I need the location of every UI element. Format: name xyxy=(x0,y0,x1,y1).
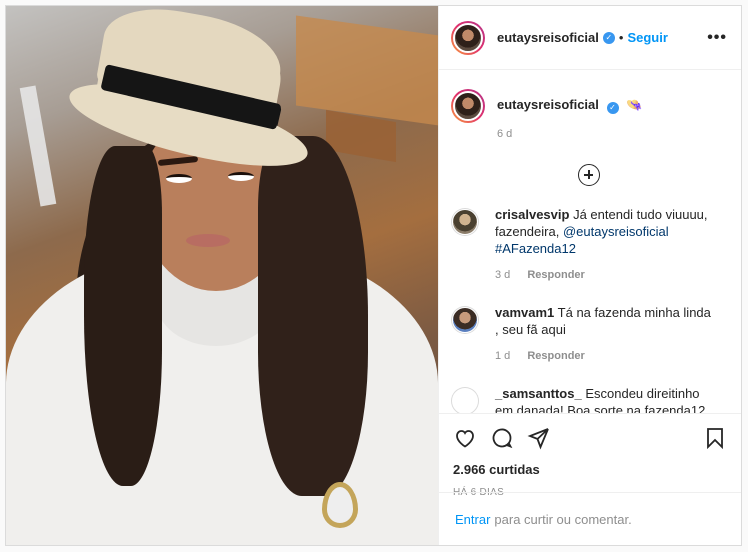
likes-count[interactable]: 2.966 curtidas xyxy=(453,462,727,477)
commenter-avatar[interactable] xyxy=(451,387,479,413)
comment-username[interactable]: crisalvesvip xyxy=(495,207,569,222)
post-side-panel: eutaysreisoficial ✓ • Seguir ••• eutaysr… xyxy=(438,6,741,545)
comment-username[interactable]: _samsanttos_ xyxy=(495,386,582,401)
commenter-avatar[interactable] xyxy=(451,306,479,334)
post-header: eutaysreisoficial ✓ • Seguir ••• xyxy=(439,6,741,70)
comment-item: crisalvesvip Já entendi tudo viuuuu, faz… xyxy=(451,206,727,284)
heart-brooch xyxy=(322,482,358,528)
post-caption: eutaysreisoficial ✓ 👒 6 d xyxy=(451,71,727,140)
verified-icon: ✓ xyxy=(606,102,619,114)
login-link[interactable]: Entrar xyxy=(455,512,490,527)
author-username[interactable]: eutaysreisoficial xyxy=(497,30,599,45)
comment-icon[interactable] xyxy=(490,426,514,450)
comment-item: vamvam1 Tá na fazenda minha linda , seu … xyxy=(451,304,727,365)
more-icon[interactable]: ••• xyxy=(707,29,727,47)
post-actions: 2.966 curtidas HÁ 6 DIAS xyxy=(439,413,741,498)
comment-username[interactable]: vamvam1 xyxy=(495,305,554,320)
comments-list[interactable]: eutaysreisoficial ✓ 👒 6 d crisalvesvip J… xyxy=(439,71,741,413)
comment-time[interactable]: 3 d xyxy=(495,269,510,281)
heart-icon[interactable] xyxy=(453,426,477,450)
author-avatar-caption[interactable] xyxy=(451,89,485,123)
caption-username[interactable]: eutaysreisoficial xyxy=(497,97,599,112)
follow-button[interactable]: Seguir xyxy=(627,30,667,45)
comment-item: _samsanttos_ Escondeu direitinho em dana… xyxy=(451,385,727,413)
reply-button[interactable]: Responder xyxy=(527,269,584,281)
comment-mention[interactable]: @eutaysreisoficial xyxy=(563,224,669,239)
reply-button[interactable]: Responder xyxy=(527,350,584,362)
post-frame: eutaysreisoficial ✓ • Seguir ••• eutaysr… xyxy=(5,5,742,546)
commenter-avatar[interactable] xyxy=(451,208,479,236)
share-icon[interactable] xyxy=(527,426,551,450)
separator-dot: • xyxy=(618,30,624,45)
bookmark-icon[interactable] xyxy=(703,426,727,450)
caption-time[interactable]: 6 d xyxy=(497,128,642,140)
login-prompt-text: para curtir ou comentar. xyxy=(494,511,632,527)
author-avatar[interactable] xyxy=(451,20,485,55)
plus-circle-icon[interactable] xyxy=(578,164,600,186)
caption-text: 👒 xyxy=(626,97,643,112)
post-photo[interactable] xyxy=(6,6,438,545)
comment-hashtag[interactable]: #AFazenda12 xyxy=(495,241,576,256)
comment-time[interactable]: 1 d xyxy=(495,350,510,362)
verified-icon: ✓ xyxy=(602,31,615,44)
login-prompt: Entrar para curtir ou comentar. xyxy=(439,492,741,545)
